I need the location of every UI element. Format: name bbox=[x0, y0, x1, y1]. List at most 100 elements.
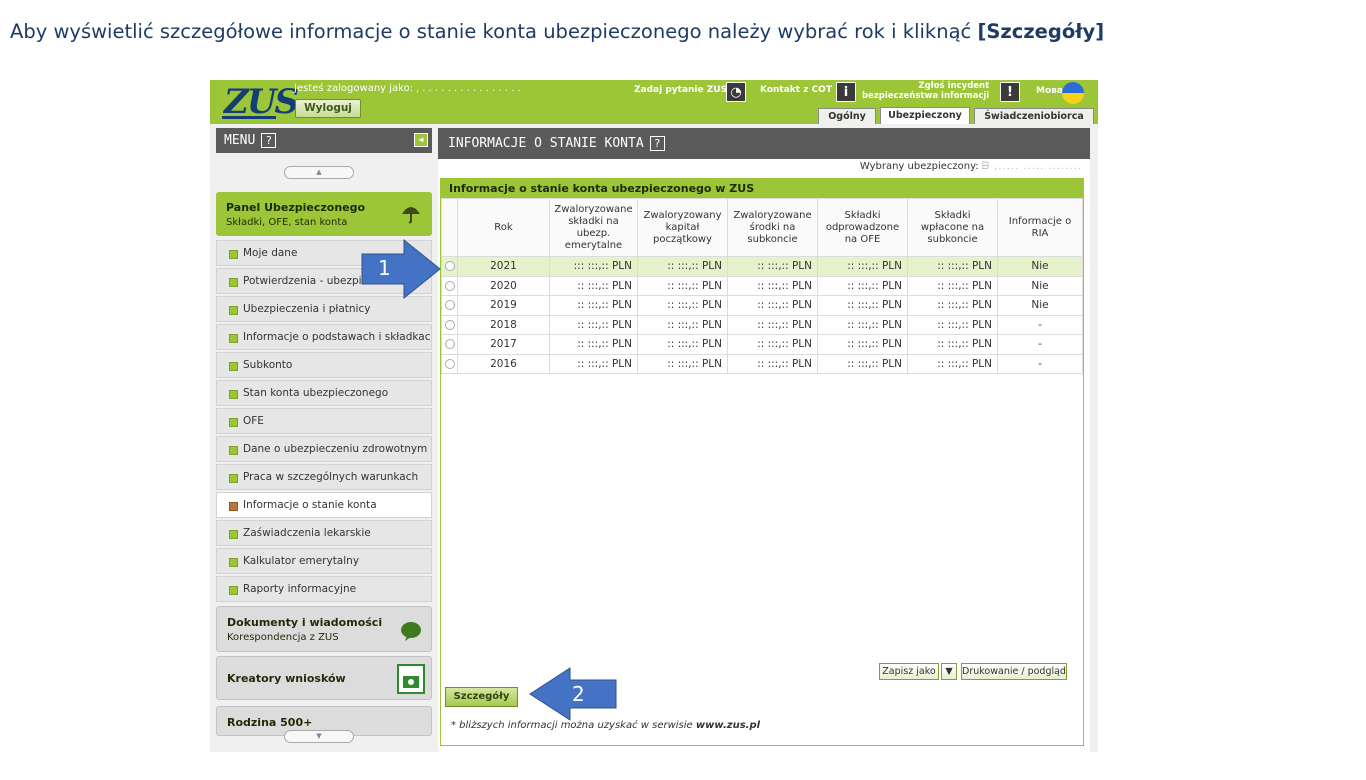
radio-button[interactable] bbox=[444, 358, 455, 369]
cell-value: :: :::,:: PLN bbox=[817, 334, 908, 355]
table-row[interactable]: 2020 :: :::,:: PLN :: :::,:: PLN :: :::,… bbox=[441, 275, 1083, 296]
col-ria: Informacje o RIA bbox=[997, 198, 1083, 257]
cell-value: :: :::,:: PLN bbox=[907, 353, 998, 374]
table-row[interactable]: 2018 :: :::,:: PLN :: :::,:: PLN :: :::,… bbox=[441, 314, 1083, 335]
save-as-button[interactable]: Zapisz jako bbox=[879, 663, 939, 680]
radio-button[interactable] bbox=[444, 280, 455, 291]
panel-title: Panel Ubezpieczonego bbox=[226, 201, 366, 214]
menu-header: MENU? ◀ bbox=[216, 128, 432, 153]
sidebar-item-kalkulator[interactable]: Kalkulator emerytalny bbox=[216, 548, 432, 574]
cell-value: :: :::,:: PLN bbox=[637, 353, 728, 374]
contact-cot-icon[interactable]: i bbox=[836, 82, 856, 102]
sidebar-item-zaswiadczenia[interactable]: Zaświadczenia lekarskie bbox=[216, 520, 432, 546]
panel-subtitle: Składki, OFE, stan konta bbox=[226, 217, 348, 228]
incident-line2: bezpieczeństwa informacji bbox=[862, 91, 990, 101]
tab-ogolny[interactable]: Ogólny bbox=[818, 108, 876, 124]
page-title: INFORMACJE O STANIE KONTA bbox=[448, 136, 644, 151]
sidebar-item-ubezpieczenie-zdrowotne[interactable]: Dane o ubezpieczeniu zdrowotnym bbox=[216, 436, 432, 462]
table-row[interactable]: 2019 :: :::,:: PLN :: :::,:: PLN :: :::,… bbox=[441, 295, 1083, 316]
row-radio[interactable] bbox=[441, 295, 458, 316]
ukraine-flag-icon[interactable] bbox=[1062, 82, 1084, 104]
page-title-bar: INFORMACJE O STANIE KONTA? bbox=[438, 128, 1090, 159]
cell-value: :: :::,:: PLN bbox=[907, 295, 998, 316]
cell-year: 2020 bbox=[457, 275, 550, 296]
logout-button[interactable]: Wyloguj bbox=[295, 99, 361, 118]
footnote-site-link[interactable]: www.zus.pl bbox=[696, 720, 760, 731]
radio-button[interactable] bbox=[444, 339, 455, 350]
account-info-box: Informacje o stanie konta ubezpieczonego… bbox=[440, 178, 1084, 746]
cell-value: :: :::,:: PLN bbox=[637, 256, 728, 277]
sidebar-item-stan-konta-ubezpieczonego[interactable]: Stan konta ubezpieczonego bbox=[216, 380, 432, 406]
sidebar-item-subkonto[interactable]: Subkonto bbox=[216, 352, 432, 378]
cell-value: :: :::,:: PLN bbox=[907, 334, 998, 355]
print-preview-button[interactable]: Drukowanie / podgląd bbox=[961, 663, 1067, 680]
cell-value: :: :::,:: PLN bbox=[727, 295, 818, 316]
contact-cot-link[interactable]: Kontakt z COT bbox=[760, 85, 832, 95]
cell-value: :: :::,:: PLN bbox=[817, 314, 908, 335]
radio-button[interactable] bbox=[444, 300, 455, 311]
report-incident-icon[interactable]: ! bbox=[1000, 82, 1020, 102]
sidebar-item-informacje-stan-konta[interactable]: Informacje o stanie konta bbox=[216, 492, 432, 518]
cell-value: :: :::,:: PLN bbox=[907, 275, 998, 296]
tab-ubezpieczony[interactable]: Ubezpieczony bbox=[880, 107, 970, 124]
table-row[interactable]: 2021 ::: :::,:: PLN :: :::,:: PLN :: :::… bbox=[441, 256, 1083, 277]
ask-question-icon[interactable]: ◔ bbox=[726, 82, 746, 102]
sidebar-item-raporty[interactable]: Raporty informacyjne bbox=[216, 576, 432, 602]
row-radio[interactable] bbox=[441, 353, 458, 374]
row-radio[interactable] bbox=[441, 334, 458, 355]
cell-ria: Nie bbox=[997, 295, 1083, 316]
cell-value: :: :::,:: PLN bbox=[637, 314, 728, 335]
cell-year: 2017 bbox=[457, 334, 550, 355]
sidebar-item-podstawy-skladki[interactable]: Informacje o podstawach i składkach bbox=[216, 324, 432, 350]
selected-insured: Wybrany ubezpieczony: ᗷ ,..... ..... ...… bbox=[860, 161, 1082, 172]
creators-title: Kreatory wniosków bbox=[227, 672, 346, 685]
table-row[interactable]: 2016 :: :::,:: PLN :: :::,:: PLN :: :::,… bbox=[441, 353, 1083, 374]
radio-button[interactable] bbox=[444, 261, 455, 272]
table-header-row: Rok Zwaloryzowane składki na ubezp. emer… bbox=[441, 198, 1083, 257]
report-incident-link[interactable]: Zgłoś incydent bezpieczeństwa informacji bbox=[862, 81, 989, 101]
cell-value: :: :::,:: PLN bbox=[817, 275, 908, 296]
incident-line1: Zgłoś incydent bbox=[918, 81, 990, 91]
cell-ria: - bbox=[997, 334, 1083, 355]
panel-kreatory[interactable]: Kreatory wniosków bbox=[216, 656, 432, 700]
document-form-icon bbox=[397, 664, 425, 694]
cell-value: :: :::,:: PLN bbox=[637, 295, 728, 316]
cell-value: :: :::,:: PLN bbox=[727, 353, 818, 374]
umbrella-icon bbox=[402, 207, 420, 224]
row-radio[interactable] bbox=[441, 314, 458, 335]
menu-label: MENU bbox=[224, 133, 256, 148]
logo-underline bbox=[222, 116, 276, 119]
cell-value: :: :::,:: PLN bbox=[549, 295, 638, 316]
panel-dokumenty[interactable]: Dokumenty i wiadomości Korespondencja z … bbox=[216, 606, 432, 652]
scroll-down-button[interactable]: ▼ bbox=[284, 730, 354, 743]
selected-insured-value: ᗷ ,..... ..... ........ bbox=[981, 161, 1082, 172]
page-help-icon[interactable]: ? bbox=[649, 136, 665, 151]
row-radio[interactable] bbox=[441, 275, 458, 296]
col-skladki: Zwaloryzowane składki na ubezp. emerytal… bbox=[549, 198, 638, 257]
ask-question-link[interactable]: Zadaj pytanie ZUS bbox=[634, 85, 727, 95]
scroll-up-button[interactable]: ▲ bbox=[284, 166, 354, 179]
menu-help-icon[interactable]: ? bbox=[261, 133, 277, 148]
details-button[interactable]: Szczegóły bbox=[445, 687, 518, 707]
row-radio[interactable] bbox=[441, 256, 458, 277]
account-info-title: Informacje o stanie konta ubezpieczonego… bbox=[441, 179, 1083, 198]
sidebar-item-ofe[interactable]: OFE bbox=[216, 408, 432, 434]
cell-value: :: :::,:: PLN bbox=[637, 275, 728, 296]
caption-text: Aby wyświetlić szczegółowe informacje o … bbox=[10, 20, 978, 43]
radio-button[interactable] bbox=[444, 319, 455, 330]
cell-value: :: :::,:: PLN bbox=[549, 334, 638, 355]
sidebar-item-praca-szczegolne[interactable]: Praca w szczególnych warunkach bbox=[216, 464, 432, 490]
cell-value: :: :::,:: PLN bbox=[907, 314, 998, 335]
top-header: ZUS Jesteś zalogowany jako: ˌ . . . . . … bbox=[210, 80, 1098, 124]
table-row[interactable]: 2017 :: :::,:: PLN :: :::,:: PLN :: :::,… bbox=[441, 334, 1083, 355]
collapse-menu-icon[interactable]: ◀ bbox=[414, 133, 428, 147]
annotation-arrow-1 bbox=[361, 238, 441, 300]
language-link[interactable]: Мова bbox=[1036, 86, 1063, 96]
cell-value: ::: :::,:: PLN bbox=[549, 256, 638, 277]
docs-subtitle: Korespondencja z ZUS bbox=[227, 632, 339, 643]
panel-ubezpieczonego[interactable]: Panel Ubezpieczonego Składki, OFE, stan … bbox=[216, 192, 432, 236]
col-ofe: Składki odprowadzone na OFE bbox=[817, 198, 908, 257]
tab-swiadczeniobiorca[interactable]: Świadczeniobiorca bbox=[974, 108, 1094, 124]
main-content: Wybrany ubezpieczony: ᗷ ,..... ..... ...… bbox=[438, 159, 1090, 752]
save-as-dropdown-icon[interactable]: ▼ bbox=[941, 663, 957, 680]
